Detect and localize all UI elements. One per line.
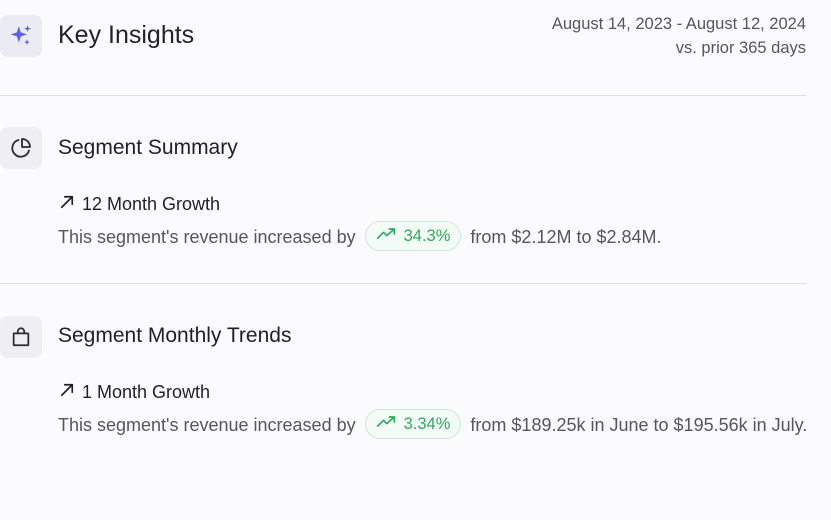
comparison-period: vs. prior 365 days [675,39,806,57]
shopping-bag-icon [0,316,42,358]
change-badge: 34.3% [364,221,462,252]
trending-up-icon [376,225,396,247]
insight-heading-12-month: 12 Month Growth [58,193,220,216]
insight-text-1-month: This segment's revenue increased by 3.34… [58,409,818,441]
divider [0,95,806,96]
insight-title: 1 Month Growth [82,382,211,402]
change-value: 34.3% [403,227,451,246]
divider [0,283,806,284]
date-range: August 14, 2023 - August 12, 2024 vs. pr… [552,12,806,60]
sparkles-icon [0,15,42,57]
page-title: Key Insights [58,21,195,49]
insight-text-after: from $189.25k in June to $195.56k in Jul… [470,415,808,435]
trending-up-icon [376,413,396,435]
key-insights-header: Key Insights August 14, 2023 - August 12… [0,0,831,96]
change-value: 3.34% [403,415,451,434]
insight-text-before: This segment's revenue increased by [58,415,356,435]
insight-title: 12 Month Growth [82,194,221,214]
section-title-segment-summary: Segment Summary [58,136,238,159]
insight-text-after: from $2.12M to $2.84M. [470,227,662,247]
insight-text-before: This segment's revenue increased by [58,227,356,247]
section-title-segment-monthly-trends: Segment Monthly Trends [58,324,292,347]
arrow-up-right-icon [58,193,76,216]
insight-text-12-month: This segment's revenue increased by 34.3… [58,221,818,253]
date-range-text: August 14, 2023 - August 12, 2024 [551,15,806,33]
change-badge: 3.34% [364,409,462,440]
arrow-up-right-icon [58,381,76,404]
insight-heading-1-month: 1 Month Growth [58,381,210,404]
pie-chart-icon [0,127,42,169]
